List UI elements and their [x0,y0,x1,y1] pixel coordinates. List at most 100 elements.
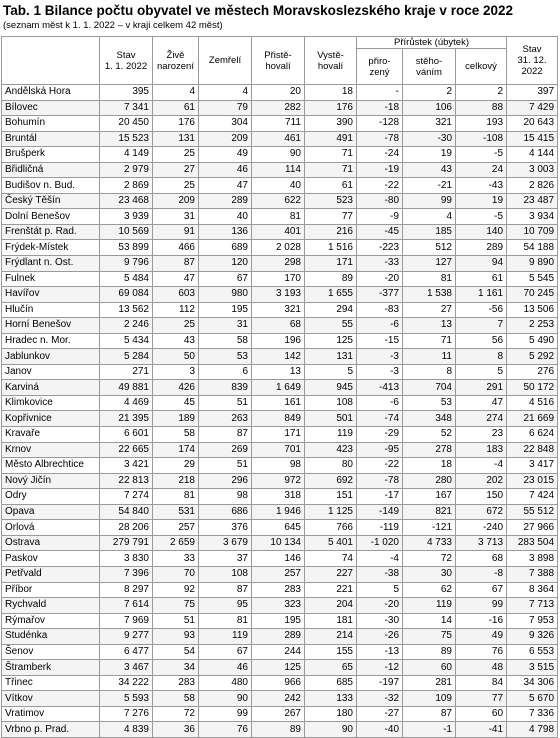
cell-city: Bruntál [1,130,100,148]
header-city [1,36,100,85]
table-row: Bílovec 7 341 61 79 282 176 -18 106 88 7 429 [1,99,559,117]
cell-pristehovali: 401 [251,223,305,241]
cell-city: Frýdek-Místek [1,239,100,257]
cell-stav-start: 15 523 [99,130,153,148]
cell-celkovy: 61 [454,270,508,288]
cell-stav-end: 50 172 [506,379,559,396]
cell-stav-end: 9 890 [506,255,559,272]
cell-city: Šenov [1,643,100,661]
cell-stav-end: 6 553 [506,643,559,661]
cell-zive-narozeni: 87 [152,255,199,272]
table-row: Nový Jičín 22 813 218 296 972 692 -78 280 202 23 … [1,472,559,490]
cell-city: Havířov [1,286,100,303]
cell-prirozeny: -24 [356,146,403,163]
cell-stehovanim: 87 [402,705,456,723]
table-row: Vrbno p. Prad. 4 839 36 76 89 90 -40 -1 -41 4 798 [1,721,559,738]
cell-celkovy: 2 [454,84,508,101]
cell-prirozeny: -32 [356,690,403,707]
cell-stav-end: 3 898 [506,550,559,567]
cell-stav-end: 23 015 [506,472,559,490]
cell-stav-end: 6 624 [506,426,559,443]
cell-celkovy: 48 [454,659,508,676]
cell-vystehovali: 18 [304,84,357,101]
cell-zive-narozeni: 75 [152,597,199,614]
cell-prirozeny: -1 020 [356,534,403,552]
cell-stav-end: 21 669 [506,410,559,428]
cell-city: Příbor [1,581,100,599]
table-row: Karviná 49 881 426 839 1 649 945 -413 704 291 50 … [1,379,559,396]
cell-prirozeny: -78 [356,130,403,148]
table-row: Kravaře 6 601 58 87 171 119 -29 52 23 6 624 [1,426,559,443]
cell-stav-start: 7 614 [99,597,153,614]
cell-city: Hlučín [1,301,100,319]
cell-zive-narozeni: 189 [152,410,199,428]
cell-zive-narozeni: 61 [152,99,199,117]
table-row: Janov 271 3 6 13 5 -3 8 5 276 [1,363,559,381]
cell-stehovanim: 119 [402,597,456,614]
cell-city: Orlová [1,519,100,536]
cell-zemreli: 108 [198,565,252,583]
cell-pristehovali: 142 [251,348,305,365]
cell-pristehovali: 1 649 [251,379,305,396]
cell-city: Hradec n. Mor. [1,332,100,350]
table-row: Rychvald 7 614 75 95 323 204 -20 119 99 7 713 [1,597,559,614]
cell-celkovy: 1 161 [454,286,508,303]
cell-zemreli: 31 [198,317,252,334]
cell-zemreli: 67 [198,270,252,288]
cell-prirozeny: -197 [356,674,403,692]
cell-zive-narozeni: 34 [152,659,199,676]
cell-celkovy: -8 [454,565,508,583]
cell-vystehovali: 181 [304,612,357,630]
cell-pristehovali: 171 [251,426,305,443]
cell-pristehovali: 289 [251,628,305,645]
cell-city: Fulnek [1,270,100,288]
cell-celkovy: 672 [454,503,508,521]
cell-celkovy: 76 [454,643,508,661]
cell-prirozeny: -78 [356,472,403,490]
cell-zemreli: 480 [198,674,252,692]
cell-stav-end: 5 490 [506,332,559,350]
cell-zive-narozeni: 33 [152,550,199,567]
cell-stehovanim: -1 [402,721,456,738]
cell-vystehovali: 61 [304,177,357,194]
cell-pristehovali: 98 [251,457,305,474]
cell-pristehovali: 146 [251,550,305,567]
cell-city: Vrbno p. Prad. [1,721,100,738]
cell-celkovy: 67 [454,581,508,599]
cell-stav-end: 70 245 [506,286,559,303]
table-row: Štramberk 3 467 34 46 125 65 -12 60 48 3 515 [1,659,559,676]
cell-celkovy: -240 [454,519,508,536]
table-row: Rýmařov 7 969 51 81 195 181 -30 14 -16 7 953 [1,612,559,630]
table-row: Frýdlant n. Ost. 9 796 87 120 298 171 -33 127 94… [1,255,559,272]
cell-pristehovali: 849 [251,410,305,428]
cell-celkovy: 291 [454,379,508,396]
cell-city: Bílovec [1,99,100,117]
cell-stehovanim: -21 [402,177,456,194]
cell-prirozeny: -119 [356,519,403,536]
table-body: Andělská Hora 395 4 4 20 18-2 2 397 Bílovec 7 341… [1,84,559,738]
table-row: Brušperk 4 149 25 49 90 71 -24 19 -5 4 144 [1,146,559,163]
cell-prirozeny: -149 [356,503,403,521]
cell-prirozeny: -26 [356,628,403,645]
cell-stav-start: 4 149 [99,146,153,163]
cell-stehovanim: 106 [402,99,456,117]
table-row: Jablunkov 5 284 50 53 142 131 -3 11 8 5 292 [1,348,559,365]
cell-celkovy: 150 [454,488,508,505]
cell-zemreli: 90 [198,690,252,707]
cell-stehovanim: 127 [402,255,456,272]
cell-stehovanim: 109 [402,690,456,707]
header-vystehovali: Vystě- hovalí [304,36,357,85]
cell-stehovanim: 321 [402,115,456,132]
cell-zive-narozeni: 92 [152,581,199,599]
cell-zemreli: 209 [198,130,252,148]
table-row: Kopřivnice 21 395 189 263 849 501 -74 348 274 21 … [1,410,559,428]
cell-zive-narozeni: 25 [152,146,199,163]
cell-zive-narozeni: 218 [152,472,199,490]
cell-stav-end: 7 953 [506,612,559,630]
cell-stav-end: 4 144 [506,146,559,163]
cell-pristehovali: 267 [251,705,305,723]
cell-zemreli: 37 [198,550,252,567]
cell-pristehovali: 645 [251,519,305,536]
cell-prirozeny: -38 [356,565,403,583]
cell-stav-start: 3 830 [99,550,153,567]
